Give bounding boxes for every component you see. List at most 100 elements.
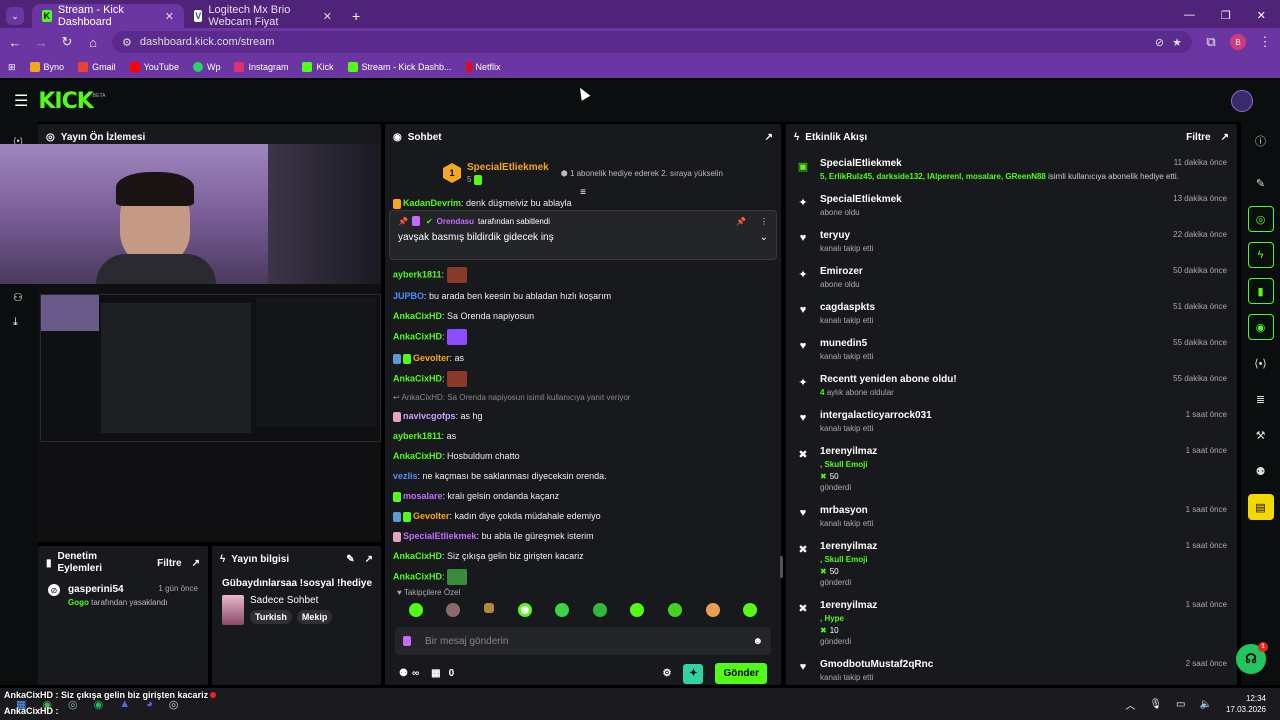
emote-icon[interactable]: [446, 603, 461, 617]
bookmark-youtube[interactable]: YouTube: [129, 62, 179, 72]
activity-item[interactable]: ✦ SpecialEtliekmek 13 dakika önce abone old…: [786, 190, 1237, 226]
chat-user[interactable]: AnkaCixHD: [393, 551, 442, 561]
broadcast-icon[interactable]: ⟨•⟩: [1248, 350, 1274, 376]
top-gifter[interactable]: SpecialEtliekmek: [467, 162, 549, 173]
layers-icon[interactable]: ≣: [1248, 386, 1274, 412]
chat-user[interactable]: mosalare: [403, 491, 443, 501]
popout-icon[interactable]: ↗: [192, 558, 200, 569]
activity-item[interactable]: ✖ 1erenyilmaz 1 saat önce, Hype ✖ 10 gönderdi: [786, 596, 1237, 655]
pinned-by[interactable]: Orendasu: [437, 217, 474, 226]
minimize-button[interactable]: —: [1184, 9, 1195, 22]
support-chat-button[interactable]: ☊ 1: [1236, 642, 1268, 674]
preview-toggle-icon[interactable]: ◎: [1247, 206, 1274, 232]
chat-user[interactable]: Gevolter: [413, 353, 450, 363]
activity-user[interactable]: cagdaspkts: [820, 302, 875, 313]
wrench-icon[interactable]: ⚒: [1248, 422, 1274, 448]
bookmark-kick[interactable]: Kick: [302, 62, 334, 72]
eye-off-icon[interactable]: ⊘: [1155, 36, 1164, 49]
edit-icon[interactable]: ✎: [346, 554, 354, 565]
send-button[interactable]: Gönder: [715, 663, 767, 684]
info-icon[interactable]: ⓘ: [1248, 128, 1274, 154]
activity-item[interactable]: ✖ 1erenyilmaz 1 saat önce, Skull Emoji ✖ 50 g…: [786, 537, 1237, 596]
download-icon[interactable]: ⤓: [13, 316, 38, 329]
chat-user[interactable]: ayberk1811: [393, 431, 442, 441]
chat-user[interactable]: JUPBO: [393, 291, 424, 301]
activity-toggle-icon[interactable]: ϟ: [1247, 242, 1274, 268]
tab-logitech[interactable]: V Logitech Mx Brio Webcam Fiyat ✕: [184, 4, 342, 28]
activity-user[interactable]: GmodbotuMustaf2qRnc: [820, 659, 933, 670]
activity-user[interactable]: SpecialEtliekmek: [820, 194, 902, 205]
collapse-handle[interactable]: ≡: [385, 188, 781, 198]
tab-kick-dashboard[interactable]: K Stream - Kick Dashboard ✕: [32, 4, 184, 28]
activity-user[interactable]: munedin5: [820, 338, 867, 349]
extensions-icon[interactable]: ⧉: [1204, 34, 1218, 50]
chevron-down-icon[interactable]: ⌄: [760, 232, 768, 243]
gift-box-icon[interactable]: ▦: [431, 668, 440, 679]
bookmark-star-icon[interactable]: ★: [1172, 36, 1182, 49]
activity-user[interactable]: mrbasyon: [820, 505, 868, 516]
activity-user[interactable]: Emirozer: [820, 266, 863, 277]
hamburger-menu-icon[interactable]: ☰: [14, 91, 28, 111]
chat-user[interactable]: KadanDevrim: [403, 198, 461, 208]
users-icon[interactable]: ⚇: [13, 291, 38, 304]
close-icon[interactable]: ✕: [165, 10, 174, 23]
new-tab-button[interactable]: +: [352, 8, 360, 24]
activity-item[interactable]: ✦ Emirozer 50 dakika önce abone oldu: [786, 262, 1237, 298]
activity-item[interactable]: ♥ teryuy 22 dakika önce kanalı takip etti: [786, 226, 1237, 262]
emote-icon[interactable]: [408, 603, 423, 617]
chat-user[interactable]: AnkaCixHD: [393, 451, 442, 461]
kick-points-icon[interactable]: ✦: [683, 663, 704, 684]
activity-user[interactable]: 1erenyilmaz: [820, 446, 877, 457]
activity-item[interactable]: ♥ munedin5 55 dakika önce kanalı takip etti: [786, 334, 1237, 370]
activity-item[interactable]: ✖ 1erenyilmaz 1 saat önce, Skull Emoji ✖ 50 g…: [786, 442, 1237, 501]
popout-icon[interactable]: ↗: [365, 554, 373, 565]
kick-logo[interactable]: KICK: [38, 89, 93, 114]
bookmark-wp[interactable]: Wp: [192, 62, 220, 72]
more-icon[interactable]: ⋮: [760, 217, 768, 226]
mod-toggle-icon[interactable]: ▮: [1247, 278, 1274, 304]
share-icon[interactable]: ⚉: [1248, 458, 1274, 484]
emote-icon[interactable]: [592, 603, 607, 617]
chat-user[interactable]: AnkaCixHD: [393, 331, 442, 341]
activity-user[interactable]: teryuy: [820, 230, 850, 241]
emote-icon[interactable]: [517, 603, 532, 617]
emote-icon[interactable]: [483, 603, 494, 613]
close-window-button[interactable]: ✕: [1257, 9, 1266, 22]
emote-icon[interactable]: [705, 603, 720, 617]
address-bar[interactable]: ⚙ dashboard.kick.com/stream ⊘ ★: [112, 31, 1192, 53]
volume-icon[interactable]: 🔈: [1200, 699, 1212, 710]
emoji-icon[interactable]: ☻: [752, 636, 763, 647]
chevron-up-icon[interactable]: ︿: [1125, 697, 1135, 712]
menu-icon[interactable]: ⋮: [1258, 34, 1272, 50]
user-avatar[interactable]: [1231, 90, 1253, 112]
video-area[interactable]: [0, 144, 381, 542]
activity-item[interactable]: ♥ GmodbotuMustaf2qRnc 2 saat önce kanalı ta…: [786, 655, 1237, 685]
settings-icon[interactable]: ⚙: [662, 668, 671, 679]
chat-user[interactable]: Gevolter: [413, 511, 450, 521]
tag-chip[interactable]: Turkish: [250, 610, 292, 624]
category-name[interactable]: Sadece Sohbet: [250, 595, 332, 606]
bookmark-stream-kick[interactable]: Stream - Kick Dashb...: [347, 62, 452, 72]
bookmark-netflix[interactable]: Netflix: [465, 62, 501, 72]
restore-button[interactable]: ❐: [1221, 9, 1231, 22]
pencil-icon[interactable]: ✎: [1248, 170, 1274, 196]
popout-icon[interactable]: ↗: [765, 132, 773, 143]
chat-user[interactable]: AnkaCixHD: [393, 571, 442, 581]
activity-item[interactable]: ▣ SpecialEtliekmek 11 dakika önce 5, ErlikR…: [786, 154, 1237, 190]
emote-icon[interactable]: [630, 603, 645, 617]
activity-user[interactable]: 1erenyilmaz: [820, 541, 877, 552]
site-info-icon[interactable]: ⚙: [122, 36, 132, 49]
unpin-icon[interactable]: 📌: [736, 217, 746, 226]
chat-user[interactable]: AnkaCixHD: [393, 373, 442, 383]
mod-user[interactable]: gasperini54: [68, 584, 124, 595]
apps-grid-icon[interactable]: ⊞: [8, 62, 16, 73]
chat-user[interactable]: vezlis: [393, 471, 418, 481]
chat-user[interactable]: navivcgofps: [403, 411, 456, 421]
chat-scrollbar[interactable]: [780, 556, 783, 578]
close-icon[interactable]: ✕: [323, 10, 332, 23]
chat-user[interactable]: ayberk1811: [393, 269, 442, 279]
chat-user[interactable]: SpecialEtliekmek: [403, 531, 477, 541]
clock-time[interactable]: 12:34: [1226, 693, 1266, 704]
activity-item[interactable]: ♥ mrbasyon 1 saat önce kanalı takip etti: [786, 501, 1237, 537]
chat-toggle-icon[interactable]: ◉: [1247, 314, 1274, 340]
